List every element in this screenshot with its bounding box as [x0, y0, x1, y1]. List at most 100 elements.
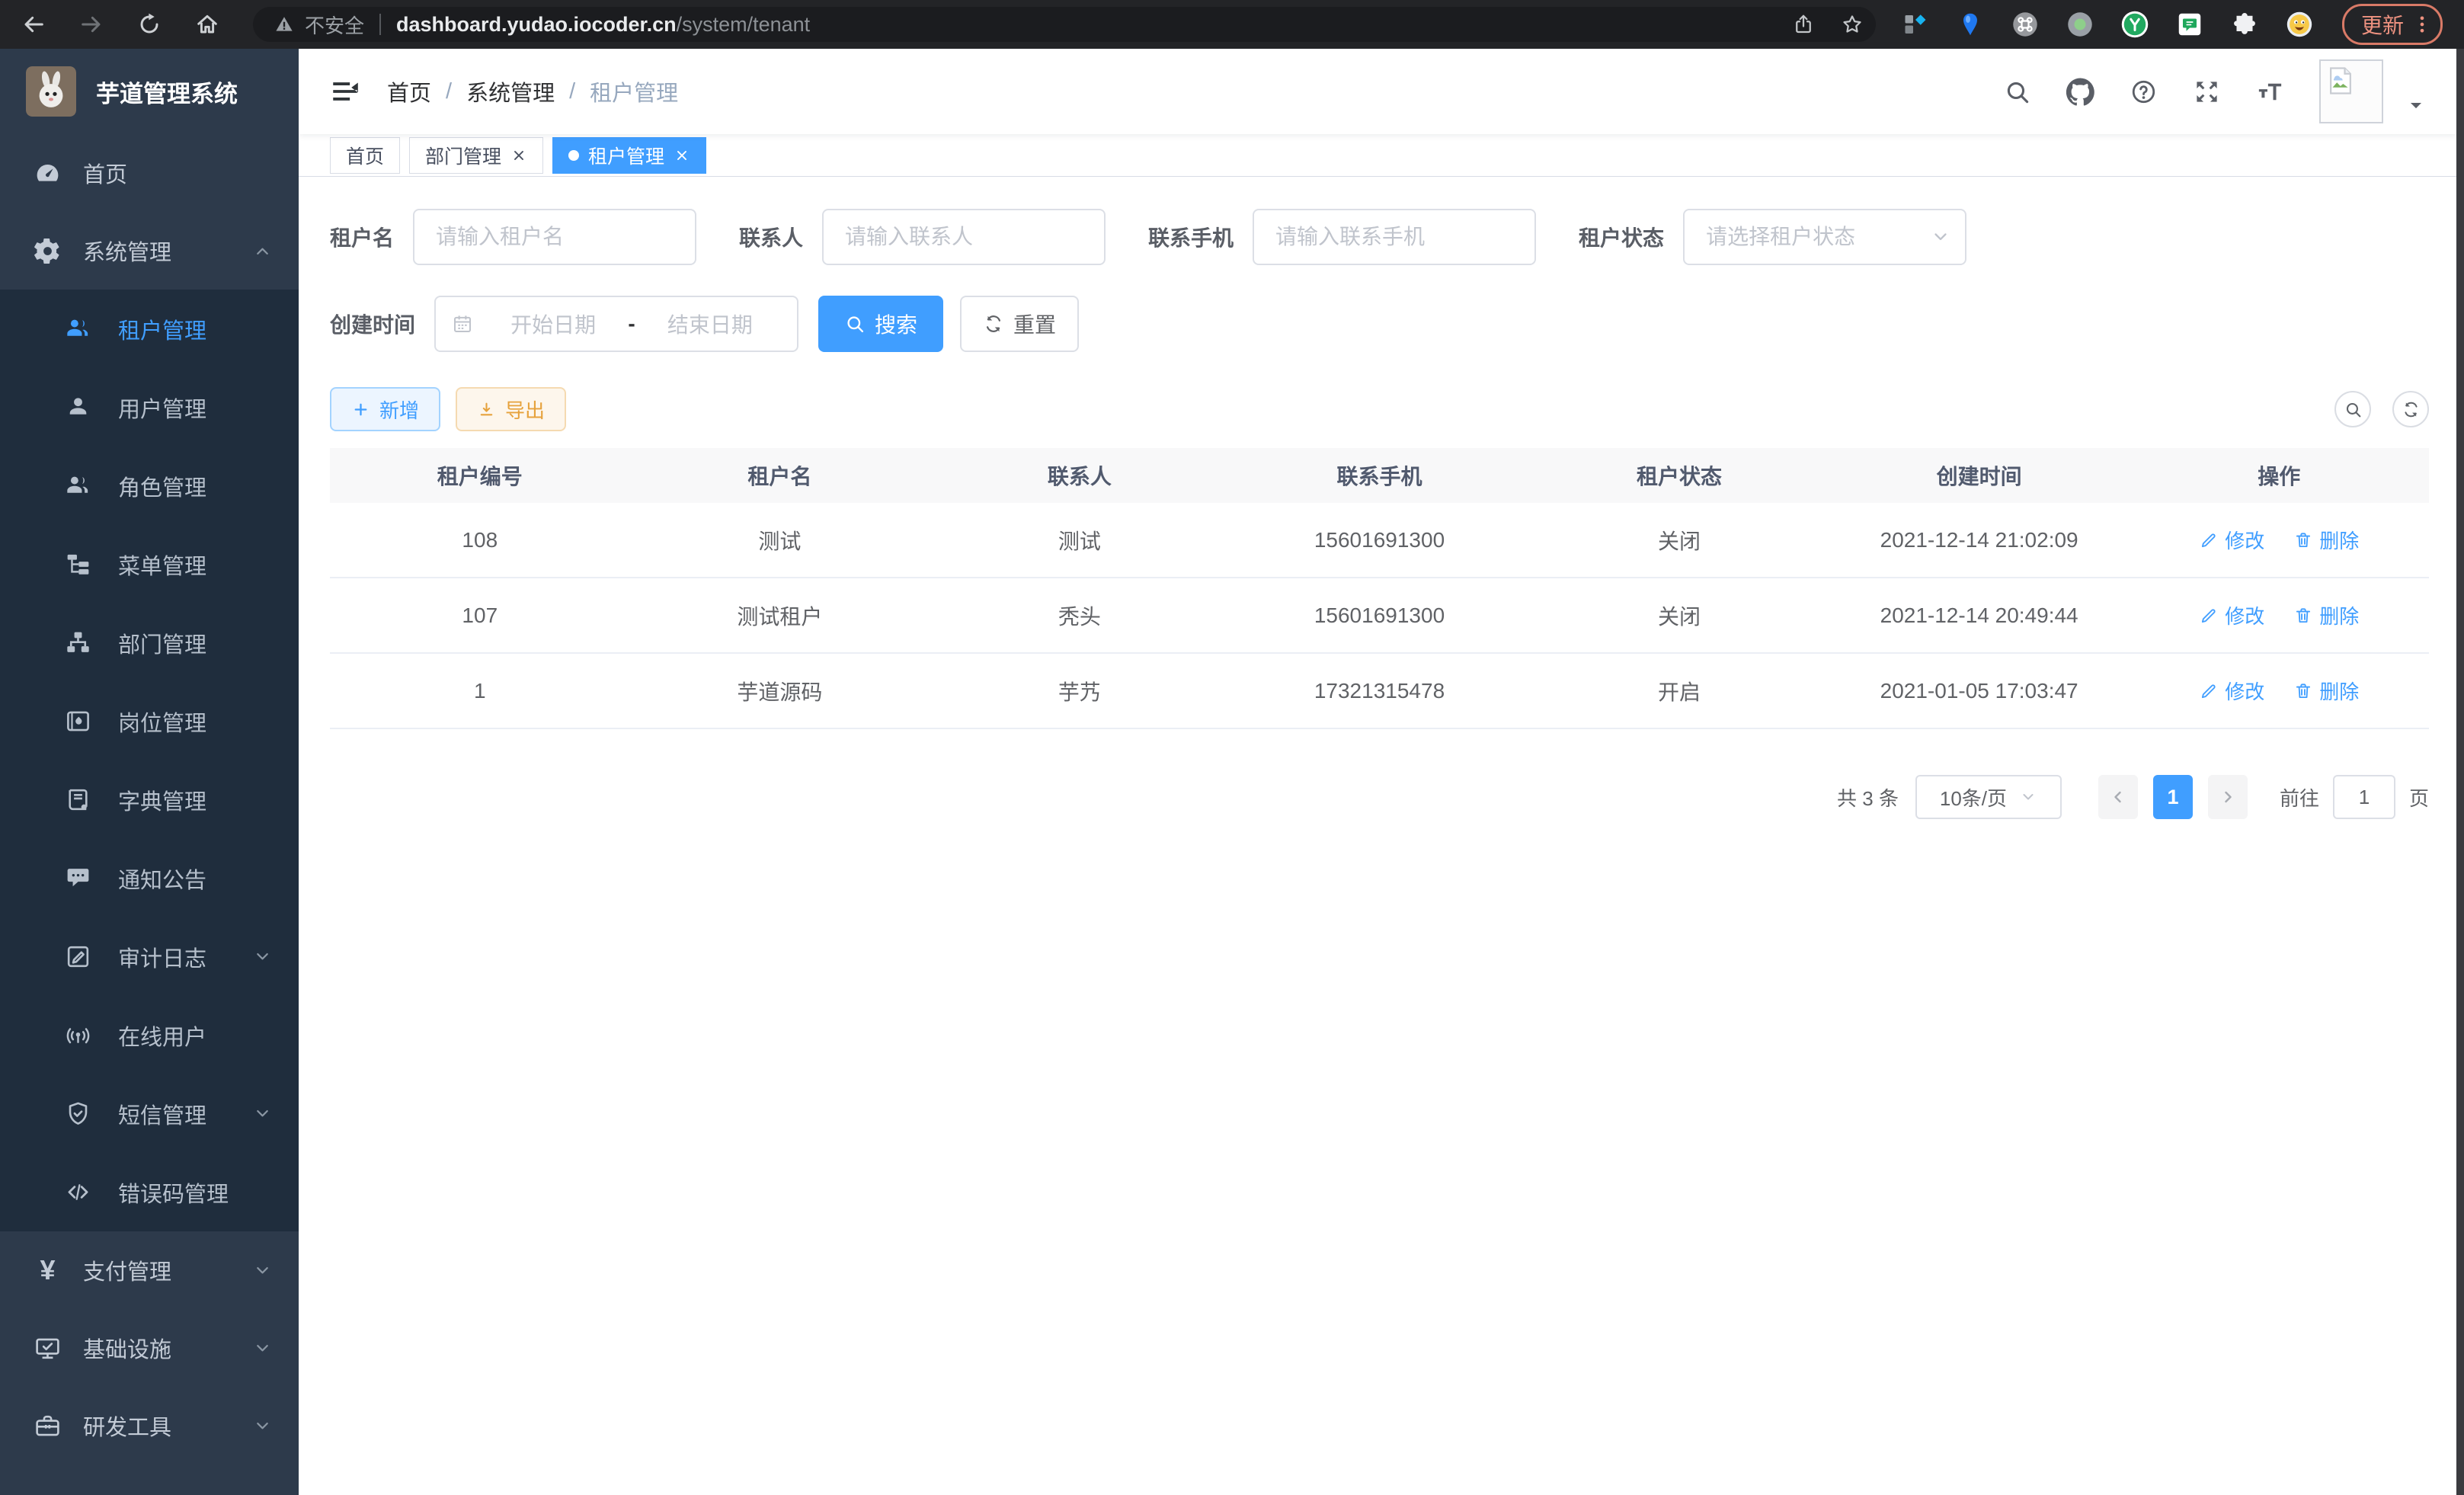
table-toolbar: 新增 导出 [330, 387, 2429, 431]
page-content: 租户名 联系人 联系手机 [299, 177, 2456, 1495]
bookmark-star-icon[interactable] [1841, 13, 1864, 36]
sidebar-menu-item[interactable]: 字典管理 [0, 760, 299, 839]
security-label[interactable]: 不安全 [305, 11, 364, 39]
back-icon[interactable] [21, 12, 46, 37]
page-size-select[interactable]: 10条/页 [1915, 775, 2062, 819]
total-count: 共 3 条 [1837, 783, 1899, 812]
date-range-input[interactable]: 开始日期 - 结束日期 [434, 296, 798, 352]
delete-link[interactable]: 删除 [2293, 601, 2359, 629]
tab[interactable]: 租户管理 [552, 137, 706, 174]
logo[interactable]: 芋道管理系统 [0, 49, 299, 134]
sidebar-toggle-icon[interactable] [329, 75, 361, 107]
extension-command-icon[interactable] [2011, 11, 2039, 38]
trash-icon [2293, 606, 2313, 626]
next-page-button[interactable] [2208, 775, 2248, 819]
delete-link[interactable]: 删除 [2293, 526, 2359, 554]
breadcrumb-label[interactable]: 租户管理 [590, 75, 678, 107]
update-button[interactable]: 更新 [2342, 4, 2443, 45]
browser-menu-dots-icon[interactable] [2411, 14, 2433, 35]
forward-icon[interactable] [79, 12, 104, 37]
sidebar-menu-item[interactable]: 角色管理 [0, 447, 299, 525]
cell-status: 关闭 [1529, 600, 1829, 631]
sidebar-menu-item[interactable]: 短信管理 [0, 1074, 299, 1153]
profile-avatar-icon[interactable] [2286, 11, 2313, 38]
filter-input[interactable] [1683, 209, 1966, 265]
edit-label: 修改 [2225, 677, 2264, 705]
table-row: 107 测试租户 秃头 15601691300 关闭 2021-12-14 20… [330, 578, 2429, 654]
menu-label: 在线用户 [118, 1020, 206, 1052]
caret-down-icon[interactable] [2406, 95, 2426, 115]
tab[interactable]: 部门管理 [409, 137, 543, 174]
breadcrumb-label[interactable]: 首页 [387, 75, 431, 107]
sidebar-menu-item[interactable]: 首页 [0, 134, 299, 212]
cell-created: 2021-12-14 20:49:44 [1829, 603, 2130, 628]
prev-page-button[interactable] [2098, 775, 2138, 819]
delete-label: 删除 [2319, 677, 2359, 705]
filter-label: 联系手机 [1148, 222, 1234, 252]
extension-kite-icon[interactable] [1957, 11, 1984, 38]
help-icon[interactable] [2130, 78, 2158, 106]
filter-field: 联系手机 [1148, 209, 1536, 265]
fullscreen-icon[interactable] [2193, 78, 2221, 106]
column-header: 创建时间 [1829, 460, 2130, 491]
refresh-table-button[interactable] [2392, 391, 2429, 427]
extension-chat-icon[interactable] [2176, 11, 2203, 38]
sidebar-menu-item[interactable]: 部门管理 [0, 603, 299, 682]
sidebar-menu-item[interactable]: 通知公告 [0, 839, 299, 917]
toggle-search-button[interactable] [2334, 391, 2371, 427]
sidebar-menu-item[interactable]: 用户管理 [0, 368, 299, 447]
search-icon[interactable] [2003, 78, 2031, 106]
cell-mobile: 15601691300 [1230, 528, 1530, 552]
reload-icon[interactable] [137, 12, 162, 37]
sidebar-menu-item[interactable]: 租户管理 [0, 290, 299, 368]
breadcrumb-label[interactable]: 系统管理 [466, 75, 555, 107]
tab-close-icon[interactable] [510, 147, 527, 164]
sidebar-menu-item[interactable]: 研发工具 [0, 1387, 299, 1465]
chevron-icon [252, 241, 273, 261]
avatar[interactable] [2319, 59, 2383, 123]
sidebar-menu-item[interactable]: 基础设施 [0, 1309, 299, 1387]
reset-button[interactable]: 重置 [960, 296, 1079, 352]
tab-close-icon[interactable] [674, 147, 690, 164]
sidebar-menu-item[interactable]: 错误码管理 [0, 1153, 299, 1231]
edit-icon [2199, 530, 2219, 550]
extension-y-icon[interactable] [2121, 11, 2149, 38]
sidebar-menu-item[interactable]: ¥ 支付管理 [0, 1231, 299, 1309]
filter-input[interactable] [413, 209, 696, 265]
url-bar[interactable]: 不安全 dashboard.yudao.iocoder.cn/system/te… [253, 7, 1876, 42]
sidebar-menu-item[interactable]: 审计日志 [0, 917, 299, 996]
github-icon[interactable] [2066, 78, 2094, 106]
cell-mobile: 15601691300 [1230, 603, 1530, 628]
goto-page-input[interactable] [2333, 775, 2395, 819]
export-button-label: 导出 [505, 395, 545, 424]
edit-link[interactable]: 修改 [2199, 526, 2264, 554]
add-button[interactable]: 新增 [330, 387, 440, 431]
extension-grid-icon[interactable] [1902, 11, 1929, 38]
edit-link[interactable]: 修改 [2199, 601, 2264, 629]
edit-link[interactable]: 修改 [2199, 677, 2264, 705]
sidebar-menu-item[interactable]: 系统管理 [0, 212, 299, 290]
search-button-label: 搜索 [875, 309, 917, 339]
sidebar-menu-item[interactable]: 岗位管理 [0, 682, 299, 760]
home-icon[interactable] [195, 12, 219, 37]
filter-input[interactable] [822, 209, 1106, 265]
search-button[interactable]: 搜索 [818, 296, 943, 352]
extension-dot-icon[interactable] [2066, 11, 2094, 38]
sidebar-menu-item[interactable]: 在线用户 [0, 996, 299, 1074]
tab[interactable]: 首页 [330, 137, 400, 174]
scrollbar[interactable] [2456, 49, 2464, 1495]
sidebar-menu: 首页 系统管理 租户管理 用户管理 角色 [0, 134, 299, 1465]
menu-label: 部门管理 [118, 627, 206, 659]
current-page-button[interactable]: 1 [2153, 775, 2193, 819]
delete-link[interactable]: 删除 [2293, 677, 2359, 705]
delete-label: 删除 [2319, 526, 2359, 554]
add-button-label: 新增 [379, 395, 419, 424]
sidebar-menu-item[interactable]: 菜单管理 [0, 525, 299, 603]
menu-label: 首页 [83, 157, 127, 189]
share-icon[interactable] [1792, 13, 1815, 36]
filter-input[interactable] [1253, 209, 1536, 265]
export-button[interactable]: 导出 [456, 387, 566, 431]
menu-label: 研发工具 [83, 1410, 171, 1442]
extension-puzzle-icon[interactable] [2231, 11, 2258, 38]
font-size-icon[interactable] [2256, 78, 2284, 106]
